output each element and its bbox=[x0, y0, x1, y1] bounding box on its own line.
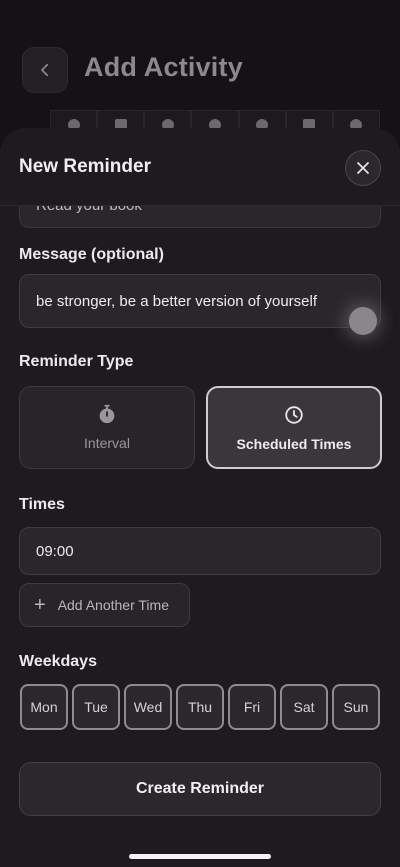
weekday-thu[interactable]: Thu bbox=[176, 684, 224, 730]
times-label: Times bbox=[19, 496, 65, 513]
weekdays-label: Weekdays bbox=[19, 653, 97, 670]
weekday-mon[interactable]: Mon bbox=[20, 684, 68, 730]
clock-icon bbox=[285, 406, 303, 424]
sheet-title: New Reminder bbox=[19, 156, 151, 177]
weekday-selector: Mon Tue Wed Thu Fri Sat Sun bbox=[20, 684, 380, 732]
chevron-left-icon bbox=[41, 63, 49, 77]
sheet-header: New Reminder bbox=[0, 128, 400, 206]
weekday-tue[interactable]: Tue bbox=[72, 684, 120, 730]
weekday-fri[interactable]: Fri bbox=[228, 684, 276, 730]
time-input[interactable]: 09:00 bbox=[19, 527, 381, 575]
weekday-sat[interactable]: Sat bbox=[280, 684, 328, 730]
plus-icon: + bbox=[34, 594, 46, 616]
home-indicator[interactable] bbox=[129, 854, 271, 859]
drag-handle[interactable] bbox=[349, 307, 377, 335]
create-reminder-button[interactable]: Create Reminder bbox=[19, 762, 381, 816]
stopwatch-icon bbox=[99, 404, 115, 424]
type-option-scheduled[interactable]: Scheduled Times bbox=[206, 386, 382, 469]
reminder-type-label: Reminder Type bbox=[19, 353, 134, 370]
add-time-button[interactable]: + Add Another Time bbox=[19, 583, 190, 627]
type-option-interval[interactable]: Interval bbox=[19, 386, 195, 469]
back-button[interactable] bbox=[22, 47, 68, 93]
close-icon bbox=[357, 162, 369, 174]
type-option-scheduled-label: Scheduled Times bbox=[236, 436, 352, 452]
type-option-interval-label: Interval bbox=[84, 435, 130, 451]
message-input[interactable]: be stronger, be a better version of your… bbox=[19, 274, 381, 328]
close-button[interactable] bbox=[345, 150, 381, 186]
message-value: be stronger, be a better version of your… bbox=[36, 293, 317, 310]
weekday-wed[interactable]: Wed bbox=[124, 684, 172, 730]
add-time-label: Add Another Time bbox=[57, 597, 169, 613]
time-value: 09:00 bbox=[36, 543, 74, 560]
weekday-sun[interactable]: Sun bbox=[332, 684, 380, 730]
page-title: Add Activity bbox=[84, 52, 243, 82]
new-reminder-sheet: Read your book New Reminder Message (opt… bbox=[0, 128, 400, 867]
message-label: Message (optional) bbox=[19, 246, 164, 263]
